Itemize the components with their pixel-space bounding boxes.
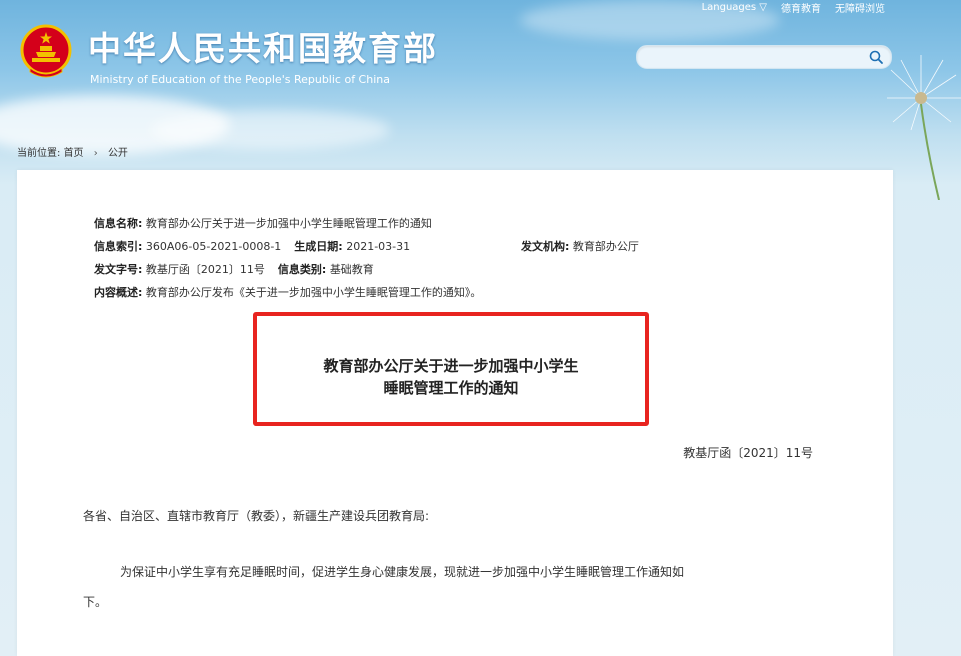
dandelion-decoration-icon [887, 55, 961, 200]
body-paragraph-line-1: 为保证中小学生享有充足睡眠时间，促进学生身心健康发展，现就进一步加强中小学生睡眠… [120, 565, 685, 579]
document-title: 教育部办公厅关于进一步加强中小学生 睡眠管理工作的通知 [253, 355, 649, 399]
search-box [636, 45, 892, 69]
meta-date-label: 生成日期: [294, 240, 343, 253]
addressee-line: 各省、自治区、直辖市教育厅（教委），新疆生产建设兵团教育局: [83, 509, 430, 523]
meta-row-name: 信息名称: 教育部办公厅关于进一步加强中小学生睡眠管理工作的通知 [94, 215, 432, 231]
meta-org-label: 发文机构: [521, 240, 570, 253]
site-title[interactable]: 中华人民共和国教育部 [88, 22, 438, 70]
breadcrumb: 当前位置: 首页 › 公开 [17, 144, 128, 159]
national-emblem-icon[interactable] [20, 24, 72, 80]
meta-row-docno: 发文字号: 教基厅函〔2021〕11号 信息类别: 基础教育 [94, 261, 374, 277]
meta-index-value: 360A06-05-2021-0008-1 [145, 240, 282, 253]
meta-row-org: 发文机构: 教育部办公厅 [521, 238, 639, 254]
meta-row-summary: 内容概述: 教育部办公厅发布《关于进一步加强中小学生睡眠管理工作的通知》。 [94, 284, 481, 300]
meta-category-label: 信息类别: [277, 263, 327, 276]
meta-docno-value: 教基厅函〔2021〕11号 [145, 263, 265, 276]
meta-summary-label: 内容概述: [94, 286, 143, 299]
meta-org-value: 教育部办公厅 [572, 240, 639, 253]
breadcrumb-home-link[interactable]: 首页 [64, 148, 84, 159]
search-input[interactable] [647, 49, 871, 67]
breadcrumb-prefix: 当前位置: [17, 148, 61, 159]
breadcrumb-current-link[interactable]: 公开 [108, 148, 128, 159]
meta-row-index: 信息索引: 360A06-05-2021-0008-1 生成日期: 2021-0… [94, 238, 410, 254]
meta-index-label: 信息索引: [94, 240, 143, 253]
top-utility-bar: Languages ▽ 德育教育 无障碍浏览 [702, 0, 885, 15]
moral-education-link[interactable]: 德育教育 [781, 0, 821, 15]
breadcrumb-separator: › [93, 148, 98, 159]
meta-name-value: 教育部办公厅关于进一步加强中小学生睡眠管理工作的通知 [145, 217, 432, 230]
document-title-line-1: 教育部办公厅关于进一步加强中小学生 [323, 357, 579, 375]
document-number: 教基厅函〔2021〕11号 [683, 446, 813, 460]
languages-menu[interactable]: Languages ▽ [702, 2, 767, 13]
meta-name-label: 信息名称: [94, 217, 143, 230]
meta-date-value: 2021-03-31 [346, 240, 411, 253]
document-title-line-2: 睡眠管理工作的通知 [383, 379, 519, 397]
meta-docno-label: 发文字号: [94, 263, 143, 276]
meta-category-value: 基础教育 [329, 263, 374, 276]
meta-summary-value: 教育部办公厅发布《关于进一步加强中小学生睡眠管理工作的通知》。 [145, 286, 482, 299]
cloud-decoration [150, 110, 390, 150]
body-paragraph-line-2: 下。 [83, 595, 108, 609]
accessibility-link[interactable]: 无障碍浏览 [835, 0, 885, 15]
site-subtitle: Ministry of Education of the People's Re… [90, 73, 390, 86]
